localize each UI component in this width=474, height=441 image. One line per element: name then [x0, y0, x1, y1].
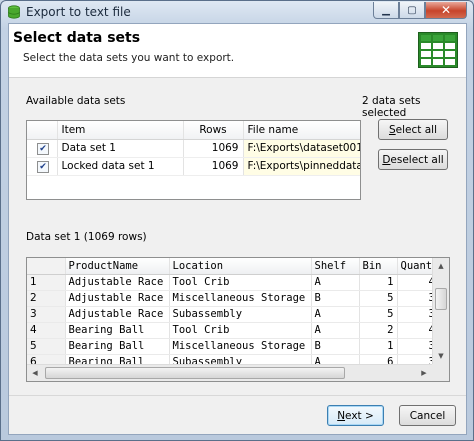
column-header-bin[interactable]: Bin — [359, 258, 398, 275]
shelf-cell: B — [311, 338, 360, 355]
row-number-cell: 2 — [27, 290, 66, 307]
preview-horizontal-scrollbar[interactable]: ◀ ▶ — [27, 364, 432, 381]
minimize-icon: ▁ — [382, 4, 390, 16]
column-header-location[interactable]: Location — [169, 258, 312, 275]
scroll-right-icon[interactable]: ▶ — [416, 365, 432, 381]
column-header-product-name[interactable]: ProductName — [65, 258, 170, 275]
checkmark-icon: ✔ — [39, 143, 47, 154]
select-all-button[interactable]: Select all — [378, 119, 448, 140]
row-number-cell: 4 — [27, 322, 66, 339]
page-subtitle: Select the data sets you want to export. — [23, 52, 235, 64]
product-name-cell: Adjustable Race — [65, 290, 170, 307]
page-title: Select data sets — [13, 30, 141, 46]
location-cell: Tool Crib — [169, 274, 312, 291]
data-sets-grid[interactable]: Item Rows File name ✔ Data set 1 1069 F:… — [26, 120, 361, 200]
table-grid-icon — [418, 32, 458, 68]
table-row[interactable]: ✔ Data set 1 1069 F:\Exports\dataset001.… — [27, 139, 360, 158]
close-button[interactable]: ✕ — [425, 2, 467, 19]
shelf-cell: A — [311, 322, 360, 339]
preview-table: ProductName Location Shelf Bin Quantity … — [27, 258, 449, 371]
available-data-sets-label: Available data sets — [26, 95, 126, 107]
vertical-scroll-thumb[interactable] — [435, 288, 447, 310]
selected-count-label: 2 data sets selected — [362, 95, 421, 119]
preview-header-row: ProductName Location Shelf Bin Quantity — [27, 258, 449, 275]
product-name-cell: Adjustable Race — [65, 274, 170, 291]
window-controls: ▁ ▢ ✕ — [373, 2, 467, 19]
row-number-cell: 3 — [27, 306, 66, 323]
file-name-cell[interactable]: F:\Exports\pinneddataset001.txt — [243, 157, 360, 176]
file-name-cell[interactable]: F:\Exports\dataset001.txt — [243, 139, 360, 158]
bin-cell: 1 — [359, 338, 398, 355]
scroll-left-icon[interactable]: ◀ — [27, 365, 43, 381]
table-row: 2 Adjustable Race Miscellaneous Storage … — [27, 290, 449, 307]
next-accel: N — [337, 409, 346, 422]
database-icon — [8, 5, 20, 19]
shelf-cell: B — [311, 290, 360, 307]
select-all-label: elect all — [395, 123, 437, 136]
table-row: 1 Adjustable Race Tool Crib A 1 408 — [27, 274, 449, 291]
bin-cell: 1 — [359, 274, 398, 291]
column-header-shelf[interactable]: Shelf — [311, 258, 360, 275]
maximize-icon: ▢ — [407, 4, 417, 16]
bin-cell: 5 — [359, 290, 398, 307]
row-checkbox[interactable]: ✔ — [37, 142, 49, 155]
row-checkbox[interactable]: ✔ — [37, 160, 49, 173]
next-label: ext > — [345, 409, 374, 422]
preview-label: Data set 1 (1069 rows) — [26, 231, 147, 243]
preview-vertical-scrollbar[interactable]: ▲ ▼ — [432, 258, 449, 364]
select-all-accel: S — [388, 123, 396, 136]
item-cell: Locked data set 1 — [57, 157, 184, 176]
data-sets-header-row: Item Rows File name — [27, 121, 360, 140]
dialog-client-area: Select data sets Select the data sets yo… — [8, 23, 467, 435]
column-header-check — [27, 121, 58, 140]
table-row: 5 Bearing Ball Miscellaneous Storage B 1… — [27, 338, 449, 355]
location-cell: Miscellaneous Storage — [169, 290, 312, 307]
title-bar[interactable]: Export to text file ▁ ▢ ✕ — [1, 1, 473, 23]
checkmark-icon: ✔ — [39, 161, 47, 172]
scrollbar-corner — [432, 364, 449, 381]
horizontal-scroll-thumb[interactable] — [45, 367, 345, 379]
row-number-cell: 1 — [27, 274, 66, 291]
bin-cell: 2 — [359, 322, 398, 339]
rows-cell: 1069 — [183, 139, 244, 158]
window-title: Export to text file — [26, 5, 131, 19]
shelf-cell: A — [311, 274, 360, 291]
scroll-up-icon[interactable]: ▲ — [433, 258, 449, 274]
table-row: 3 Adjustable Race Subassembly A 5 353 — [27, 306, 449, 323]
minimize-button[interactable]: ▁ — [373, 2, 399, 19]
footer-divider — [9, 395, 466, 396]
deselect-all-button[interactable]: Deselect all — [378, 149, 448, 170]
location-cell: Tool Crib — [169, 322, 312, 339]
column-header-item[interactable]: Item — [57, 121, 184, 140]
bin-cell: 5 — [359, 306, 398, 323]
preview-grid[interactable]: ProductName Location Shelf Bin Quantity … — [26, 257, 450, 382]
wizard-header: Select data sets Select the data sets yo… — [9, 24, 466, 78]
location-cell: Miscellaneous Storage — [169, 338, 312, 355]
column-header-rows[interactable]: Rows — [183, 121, 244, 140]
column-header-file-name[interactable]: File name — [243, 121, 360, 140]
product-name-cell: Adjustable Race — [65, 306, 170, 323]
close-icon: ✕ — [440, 3, 452, 17]
scroll-down-icon[interactable]: ▼ — [433, 348, 449, 364]
product-name-cell: Bearing Ball — [65, 322, 170, 339]
row-number-cell: 5 — [27, 338, 66, 355]
deselect-all-accel: D — [382, 153, 391, 166]
next-button[interactable]: Next > — [327, 405, 384, 426]
maximize-button[interactable]: ▢ — [399, 2, 425, 19]
product-name-cell: Bearing Ball — [65, 338, 170, 355]
table-row[interactable]: ✔ Locked data set 1 1069 F:\Exports\pinn… — [27, 157, 360, 176]
location-cell: Subassembly — [169, 306, 312, 323]
shelf-cell: A — [311, 306, 360, 323]
data-sets-table: Item Rows File name ✔ Data set 1 1069 F:… — [27, 121, 360, 176]
export-dialog-window: Export to text file ▁ ▢ ✕ Select data se… — [0, 0, 474, 441]
rows-cell: 1069 — [183, 157, 244, 176]
cancel-button[interactable]: Cancel — [399, 405, 456, 426]
table-row: 4 Bearing Ball Tool Crib A 2 427 — [27, 322, 449, 339]
column-header-row-number — [27, 258, 66, 275]
deselect-all-label: eselect all — [390, 153, 444, 166]
cancel-label: Cancel — [409, 409, 446, 422]
item-cell: Data set 1 — [57, 139, 184, 158]
